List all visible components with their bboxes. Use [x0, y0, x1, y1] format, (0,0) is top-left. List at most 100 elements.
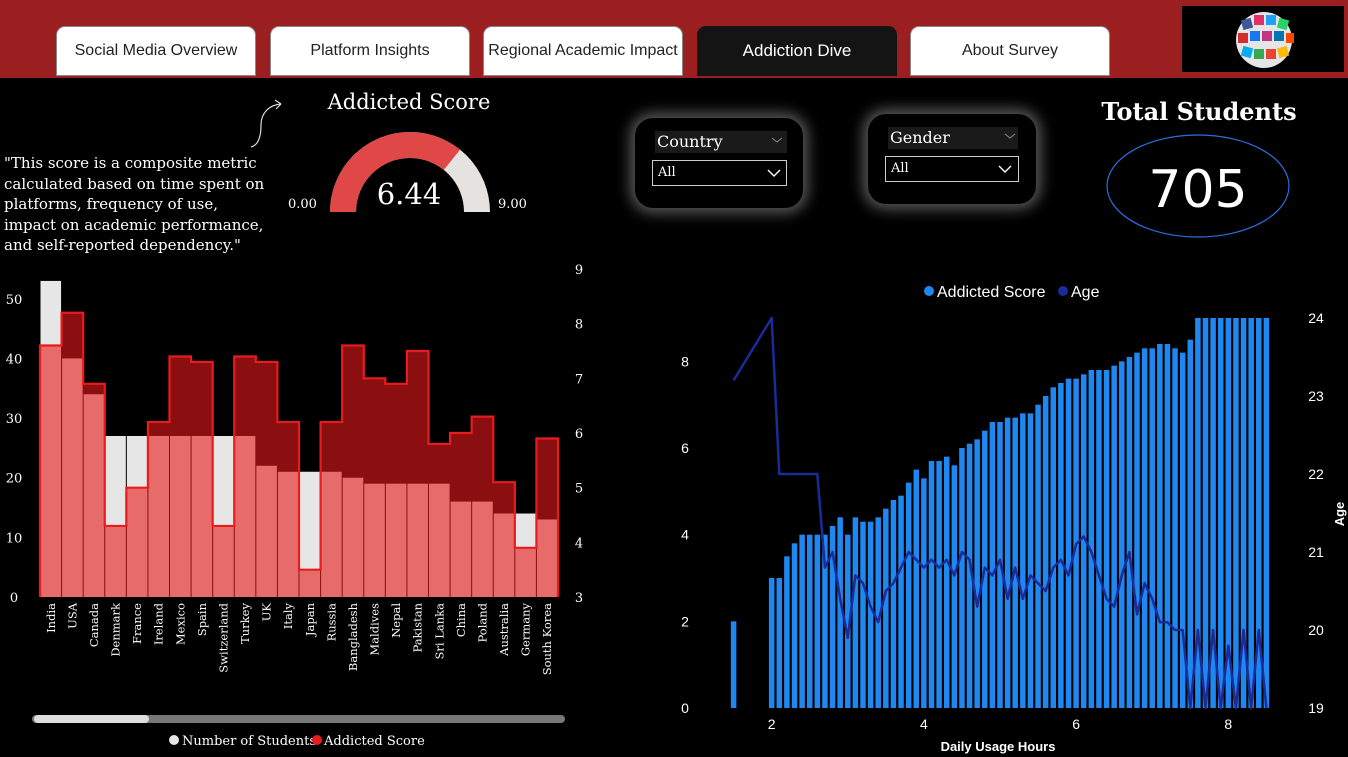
tab-addiction-dive[interactable]: Addiction Dive	[697, 26, 897, 76]
legend-dot	[924, 286, 934, 296]
score-by-usage-chart: Addicted Score Age024681920212223242 4 6 8Da…	[681, 284, 1347, 754]
score-bar	[1103, 370, 1110, 708]
student-bar	[256, 465, 277, 597]
student-bar	[407, 483, 428, 597]
score-bar	[936, 461, 942, 708]
student-bar-excess	[213, 435, 234, 526]
y2-tick-label: 24	[1308, 310, 1324, 326]
student-bar	[62, 358, 83, 597]
legend-dot	[1058, 286, 1068, 296]
tab-platform-insights[interactable]: Platform Insights	[270, 26, 470, 76]
kpi-value: 705	[1148, 160, 1248, 220]
score-bar	[776, 578, 783, 708]
score-bar	[1020, 413, 1026, 708]
score-bar	[951, 465, 958, 708]
score-bar	[814, 534, 821, 708]
x-tick-label: Japan	[303, 602, 317, 637]
score-bar	[921, 478, 927, 708]
score-bar	[1217, 318, 1224, 708]
student-bar	[170, 435, 191, 597]
score-bar	[1004, 417, 1011, 708]
student-bar-excess	[515, 513, 536, 548]
score-bar	[1012, 417, 1018, 708]
score-bar	[852, 517, 859, 708]
kpi-title: Total Students	[1101, 97, 1297, 126]
score-bar	[1119, 361, 1125, 708]
score-bar	[898, 495, 904, 708]
score-bar	[883, 508, 889, 708]
score-bar	[860, 521, 866, 708]
x-tick-label: Germany	[519, 602, 533, 656]
student-bar	[364, 483, 385, 597]
x-tick-label: Pakistan	[411, 602, 425, 652]
gender-slicer[interactable]: Gender All	[868, 114, 1036, 204]
y2-tick-label: 20	[1308, 622, 1324, 638]
legend-label: Addicted Score	[323, 734, 425, 749]
gauge-min-label: 0.00	[288, 197, 317, 212]
y2-tick-label: 4	[575, 536, 583, 551]
score-bar	[1141, 348, 1148, 708]
x-tick-label: 6	[1072, 716, 1080, 732]
student-bar	[40, 345, 62, 597]
tab-regional-academic-impact[interactable]: Regional Academic Impact	[483, 26, 683, 76]
x-tick-label: Italy	[281, 603, 295, 630]
y-tick-label: 0	[10, 591, 18, 606]
score-bar	[1065, 378, 1072, 708]
x-tick-label: China	[454, 603, 468, 637]
score-bar	[1164, 344, 1171, 708]
score-bar	[913, 469, 920, 708]
student-bar	[83, 394, 105, 597]
tab-social-media-overview[interactable]: Social Media Overview	[56, 26, 256, 76]
country-slicer-label: Country	[655, 131, 787, 153]
score-bar	[1027, 413, 1034, 708]
chevron-down-icon	[998, 165, 1012, 173]
score-bar	[890, 500, 897, 708]
x-tick-label: Denmark	[109, 602, 123, 657]
score-bar	[928, 461, 935, 708]
legend-label: Addicted Score	[937, 284, 1046, 301]
legend-dot	[169, 735, 179, 745]
student-bar	[385, 483, 407, 597]
legend-label: Number of Students	[182, 734, 316, 749]
student-bar	[472, 501, 493, 597]
logo-panel	[1182, 6, 1344, 72]
x-tick-label: Bangladesh	[346, 602, 360, 671]
score-bar	[784, 556, 790, 708]
student-bar-excess	[105, 435, 126, 526]
country-slicer[interactable]: Country All	[635, 118, 803, 208]
y-tick-label: 10	[6, 531, 23, 546]
student-bar-excess	[299, 471, 321, 570]
x-tick-label: Australia	[497, 603, 511, 657]
country-dropdown-value: All	[658, 165, 676, 180]
y2-tick-label: 3	[575, 591, 583, 606]
y2-tick-label: 19	[1308, 700, 1324, 716]
score-bar	[1126, 357, 1133, 708]
x-tick-label: France	[130, 603, 144, 644]
score-bar	[943, 456, 950, 708]
x-axis-title: Daily Usage Hours	[941, 739, 1056, 754]
x-tick-label: Ireland	[152, 602, 166, 645]
legend-label: Age	[1071, 284, 1100, 301]
score-bar	[1157, 344, 1163, 708]
y2-tick-label: 6	[575, 427, 583, 442]
x-tick-label: Nepal	[389, 603, 403, 638]
gauge-title: Addicted Score	[327, 90, 491, 114]
tab-about-survey[interactable]: About Survey	[910, 26, 1110, 76]
score-bar	[1035, 404, 1041, 708]
x-tick-label: South Korea	[540, 603, 554, 675]
chevron-down-icon	[1004, 133, 1016, 139]
score-bar	[1050, 387, 1057, 708]
gauge-max-label: 9.00	[498, 197, 527, 212]
chevron-down-icon	[771, 137, 783, 143]
student-bar	[126, 487, 148, 597]
score-bar	[1233, 318, 1239, 708]
student-bar-excess	[40, 280, 62, 346]
student-bar	[450, 501, 472, 597]
x-tick-label: Sri Lanka	[432, 603, 446, 660]
score-bar	[959, 448, 965, 708]
student-bar	[213, 525, 234, 597]
x-tick-label: Spain	[195, 602, 209, 636]
student-bar	[515, 547, 536, 597]
y-tick-label: 20	[6, 472, 23, 487]
legend-dot	[312, 735, 322, 745]
